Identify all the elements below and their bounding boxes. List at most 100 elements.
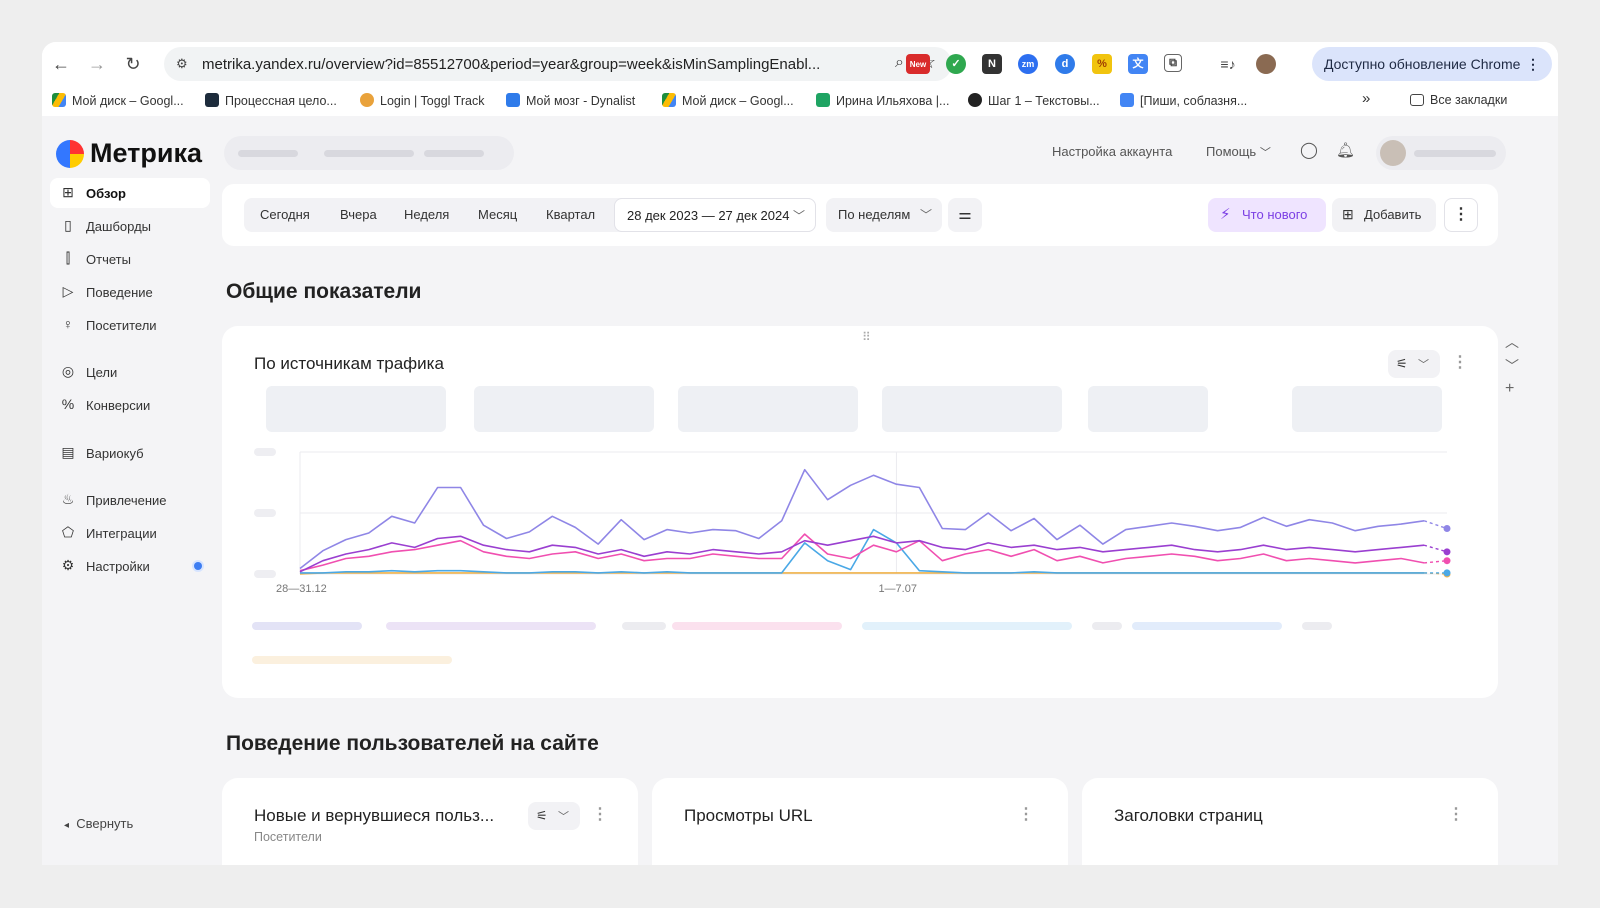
chevron-left-icon: ◂ bbox=[64, 820, 70, 831]
period-quarter[interactable]: Квартал bbox=[546, 207, 595, 222]
integration-icon: ⬠ bbox=[61, 524, 75, 540]
legend-item[interactable] bbox=[252, 622, 362, 630]
counter-selector[interactable] bbox=[224, 136, 514, 170]
profile-avatar-icon[interactable] bbox=[1256, 54, 1276, 74]
collapse-sidebar-button[interactable]: ◂ Свернуть bbox=[64, 816, 133, 831]
card-title: По источникам трафика bbox=[254, 354, 444, 373]
google-drive-icon bbox=[52, 93, 66, 107]
puzzle-icon[interactable]: ⧉ bbox=[1164, 54, 1182, 72]
scroll-up-icon[interactable]: ︿ bbox=[1505, 332, 1519, 352]
blurred-metric bbox=[266, 386, 446, 432]
legend-item[interactable] bbox=[386, 622, 596, 630]
sidebar-item-settings[interactable]: ⚙ Настройки bbox=[50, 551, 210, 581]
sidebar-item-acquisition[interactable]: ♨ Привлечение bbox=[50, 485, 210, 515]
sidebar-item-visitors[interactable]: ♀ Посетители bbox=[50, 310, 210, 340]
chrome-menu-icon[interactable]: ⋮ bbox=[1526, 47, 1540, 81]
forward-arrow-icon[interactable]: → bbox=[86, 53, 108, 75]
chart-type-icon: ⚟ bbox=[1396, 356, 1408, 371]
legend-item[interactable] bbox=[622, 622, 666, 630]
percent-icon-ext[interactable]: % bbox=[1092, 54, 1112, 74]
docs-icon bbox=[1120, 93, 1134, 107]
sidebar-item-variocube[interactable]: ▤ Вариокуб bbox=[50, 438, 210, 468]
toggl-new-icon[interactable]: New bbox=[906, 54, 930, 74]
site-settings-icon[interactable]: ⚙ bbox=[176, 56, 188, 72]
media-icon[interactable]: ≡♪ bbox=[1218, 54, 1238, 74]
bookmark-item[interactable]: Login | Toggl Track bbox=[360, 93, 484, 108]
legend-item[interactable] bbox=[1302, 622, 1332, 630]
sidebar-item-integrations[interactable]: ⬠ Интеграции bbox=[50, 518, 210, 548]
account-settings-link[interactable]: Настройка аккаунта bbox=[1052, 144, 1172, 159]
bookmark-item[interactable]: [Пиши, соблазня... bbox=[1120, 93, 1247, 108]
chart-type-button[interactable]: ⚟ ﹀ bbox=[528, 802, 580, 830]
zoom-icon-ext[interactable]: zm bbox=[1018, 54, 1038, 74]
card-menu-icon[interactable]: ⋮ bbox=[1452, 352, 1468, 372]
filter-settings-icon[interactable]: ⚌ bbox=[948, 198, 982, 232]
help-menu[interactable]: Помощь ﹀ bbox=[1206, 144, 1271, 160]
avatar bbox=[1380, 140, 1406, 166]
legend-item[interactable] bbox=[1092, 622, 1122, 630]
date-range-picker[interactable]: 28 дек 2023 — 27 дек 2024 ﹀ bbox=[614, 198, 816, 232]
all-bookmarks[interactable]: Все закладки bbox=[1410, 93, 1507, 107]
chrome-check-icon[interactable]: ✓ bbox=[946, 54, 966, 74]
chevron-down-icon: ﹀ bbox=[792, 209, 805, 223]
sidebar-item-label: Обзор bbox=[86, 186, 126, 201]
zoom-icon[interactable]: ⌕ bbox=[895, 54, 904, 72]
address-bar[interactable]: ⚙ metrika.yandex.ru/overview?id=85512700… bbox=[164, 47, 952, 81]
sidebar-item-reports[interactable]: ⫿ Отчеты bbox=[50, 244, 210, 274]
legend-item[interactable] bbox=[862, 622, 1072, 630]
url-text[interactable]: metrika.yandex.ru/overview?id=85512700&p… bbox=[202, 56, 842, 73]
scroll-down-icon[interactable]: ﹀ bbox=[1505, 356, 1519, 376]
period-today[interactable]: Сегодня bbox=[260, 207, 310, 222]
add-widget-button[interactable]: ⊞ Добавить bbox=[1332, 198, 1436, 232]
more-options-icon[interactable]: ⋮ bbox=[1444, 198, 1478, 232]
period-month[interactable]: Месяц bbox=[478, 207, 517, 222]
sidebar-item-overview[interactable]: ⊞ Обзор bbox=[50, 178, 210, 208]
bookmark-item[interactable]: Шаг 1 – Текстовы... bbox=[968, 93, 1100, 108]
notion-icon[interactable]: N bbox=[982, 54, 1002, 74]
blurred-metric bbox=[678, 386, 858, 432]
chat-icon[interactable]: ◯ bbox=[1300, 140, 1318, 160]
legend-item[interactable] bbox=[1132, 622, 1282, 630]
period-yesterday[interactable]: Вчера bbox=[340, 207, 377, 222]
blurred-metric bbox=[1088, 386, 1208, 432]
page-titles-card: Заголовки страниц ⋮ bbox=[1082, 778, 1498, 865]
group-by-select[interactable]: По неделям ﹀ bbox=[826, 198, 942, 232]
card-menu-icon[interactable]: ⋮ bbox=[592, 804, 608, 824]
bookmark-item[interactable]: Ирина Ильяхова |... bbox=[816, 93, 949, 108]
sidebar-item-dashboards[interactable]: ▯ Дашборды bbox=[50, 211, 210, 241]
logo-text: Метрика bbox=[90, 138, 202, 168]
x-tick-label: 28—31.12 bbox=[276, 583, 327, 595]
sidebar-item-conversions[interactable]: % Конверсии bbox=[50, 390, 210, 420]
user-menu[interactable] bbox=[1376, 136, 1506, 170]
new-badge: New bbox=[909, 60, 927, 69]
add-icon[interactable]: + bbox=[1505, 380, 1514, 398]
bookmark-item[interactable]: Мой мозг - Dynalist bbox=[506, 93, 635, 108]
bookmarks-more-icon[interactable]: » bbox=[1362, 90, 1370, 107]
dynalist-icon[interactable]: d bbox=[1055, 54, 1075, 74]
bookmark-item[interactable]: Мой диск – Googl... bbox=[662, 93, 794, 108]
legend-item[interactable] bbox=[252, 656, 452, 664]
blurred-y-tick bbox=[254, 570, 276, 578]
sidebar-item-behavior[interactable]: ▷ Поведение bbox=[50, 277, 210, 307]
card-menu-icon[interactable]: ⋮ bbox=[1018, 804, 1034, 824]
series-end-point bbox=[1443, 548, 1451, 556]
chrome-update-button[interactable]: Доступно обновление Chrome ⋮ bbox=[1312, 47, 1552, 81]
whats-new-button[interactable]: ⚡︎ Что нового bbox=[1208, 198, 1326, 232]
dashboards-icon: ▯ bbox=[64, 217, 72, 233]
sidebar-item-goals[interactable]: ◎ Цели bbox=[50, 357, 210, 387]
bookmark-label: [Пиши, соблазня... bbox=[1140, 94, 1248, 108]
chart-type-button[interactable]: ⚟ ﹀ bbox=[1388, 350, 1440, 378]
period-week[interactable]: Неделя bbox=[404, 207, 449, 222]
bell-icon[interactable]: 🔔︎ bbox=[1336, 141, 1355, 159]
back-arrow-icon[interactable]: ← bbox=[50, 53, 72, 75]
traffic-line-chart[interactable]: 28—31.12 1—7.07 bbox=[242, 446, 1462, 596]
series-forecast-segment bbox=[1423, 520, 1448, 530]
bookmark-item[interactable]: Мой диск – Googl... bbox=[52, 93, 184, 108]
card-menu-icon[interactable]: ⋮ bbox=[1448, 804, 1464, 824]
drag-handle-icon[interactable]: ⠿ bbox=[862, 330, 872, 344]
bookmark-item[interactable]: Процессная цело... bbox=[205, 93, 337, 108]
translate-icon[interactable]: 文 bbox=[1128, 54, 1148, 74]
sidebar-item-label: Отчеты bbox=[86, 252, 131, 267]
legend-item[interactable] bbox=[672, 622, 842, 630]
reload-icon[interactable]: ↻ bbox=[122, 53, 144, 75]
